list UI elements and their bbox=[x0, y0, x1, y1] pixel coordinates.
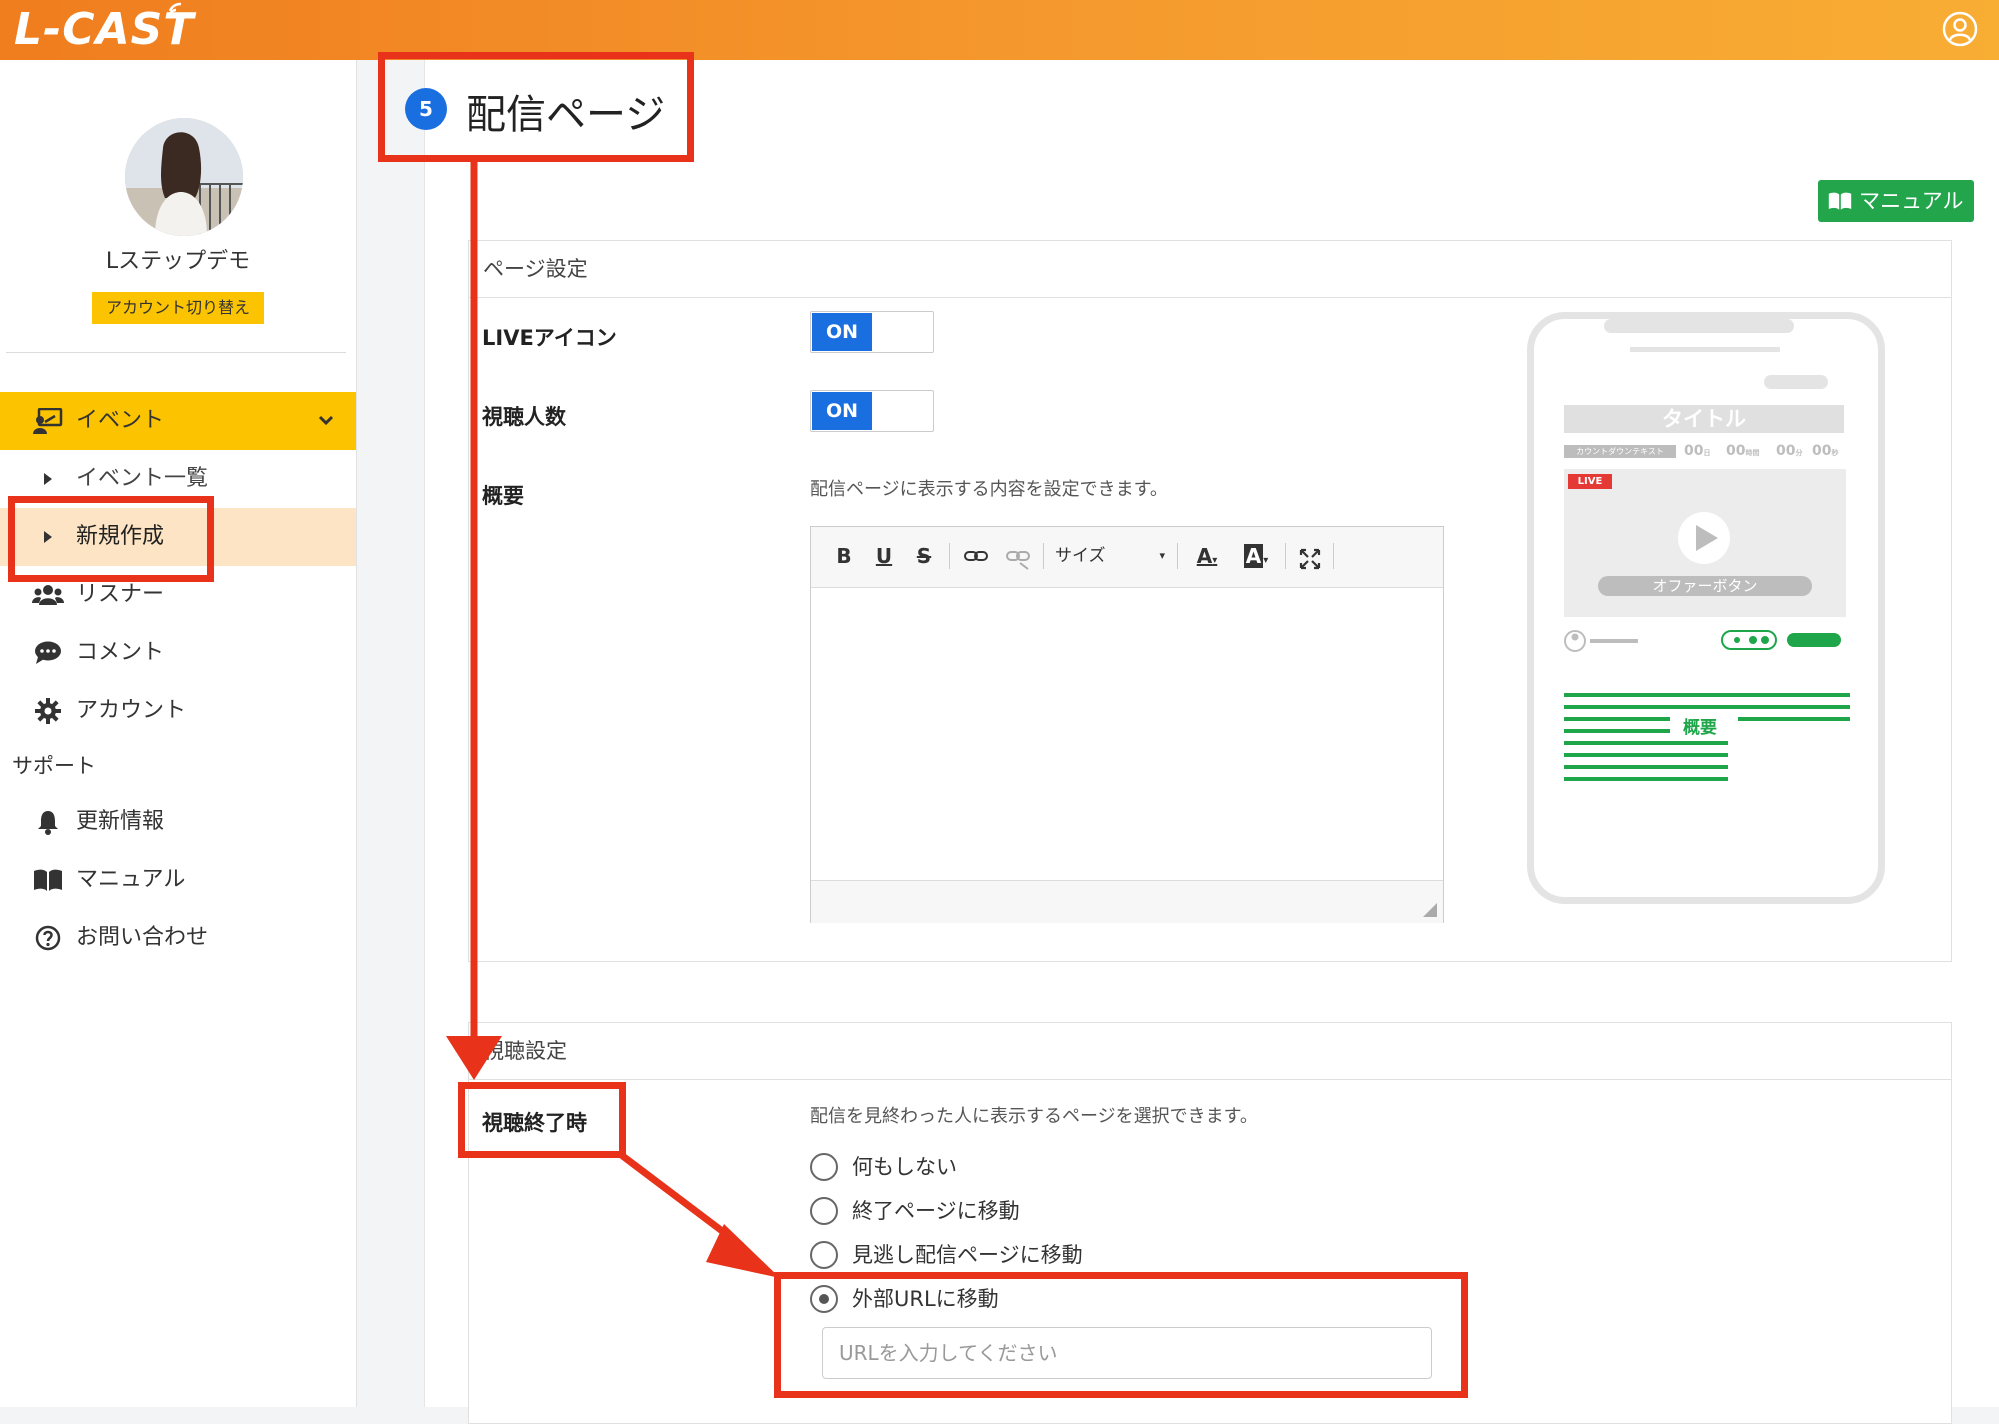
annotation-arrows bbox=[446, 162, 780, 1278]
